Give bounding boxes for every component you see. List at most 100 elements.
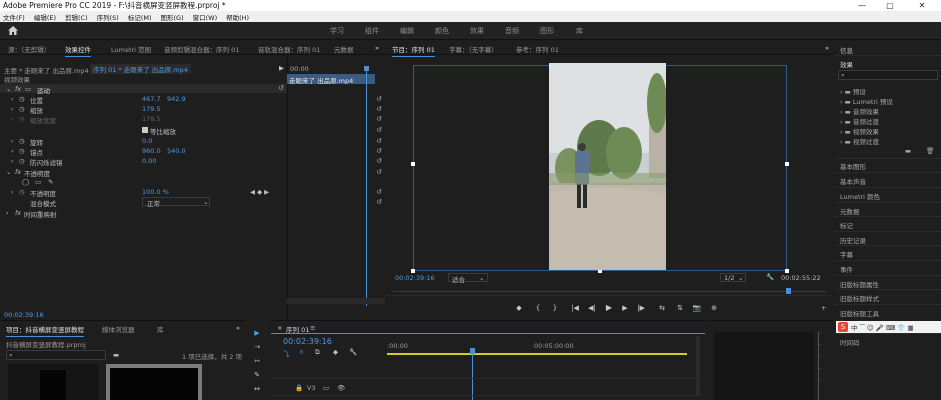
- track-select-tool-icon[interactable]: ⇢: [251, 343, 263, 351]
- stopwatch-rotation-icon[interactable]: ◷: [19, 137, 25, 145]
- panel-essential-graphics[interactable]: 基本图形: [840, 161, 866, 171]
- blend-mode-dropdown[interactable]: 正常 ⌄: [142, 197, 210, 208]
- razor-tool-icon[interactable]: ✎: [251, 371, 263, 379]
- nest-icon[interactable]: ⤵: [283, 348, 290, 358]
- workspace-audio[interactable]: 音频: [505, 26, 519, 36]
- project-search-input[interactable]: ⌕: [6, 350, 106, 360]
- stopwatch-position-icon[interactable]: ◷: [19, 95, 25, 103]
- timeline-scrollbar[interactable]: [696, 336, 700, 396]
- opacity-value[interactable]: 100.0 %: [142, 188, 169, 196]
- folder-audio-effects[interactable]: › ▬ 音频效果: [840, 106, 879, 116]
- clip-thumbnail-1[interactable]: [8, 364, 98, 400]
- keyframe-nav-icon[interactable]: ◀ ◆ ▶: [250, 188, 269, 196]
- clip-bar[interactable]: 走眼来了 出品原.mp4: [287, 74, 375, 85]
- lock-track-icon[interactable]: 🔒: [295, 384, 303, 392]
- settings-wrench-icon[interactable]: 🔧: [766, 273, 774, 281]
- expand-anchor-icon[interactable]: ›: [11, 147, 14, 155]
- sequence-clip-dropdown[interactable]: 序列 01 * 走眼来了 出品原.mp4: [90, 64, 191, 74]
- panel-lumetri-color[interactable]: Lumetri 颜色: [840, 191, 880, 201]
- panel-legacy-title-styles[interactable]: 旧版标题样式: [840, 293, 879, 303]
- expand-scale-icon[interactable]: ›: [11, 105, 14, 113]
- program-scrubber[interactable]: [393, 287, 826, 295]
- add-marker-timeline-icon[interactable]: ◆: [333, 348, 338, 356]
- handle-bottom-left[interactable]: [411, 269, 415, 273]
- menu-window[interactable]: 窗口(W): [193, 12, 218, 22]
- selection-tool-icon[interactable]: ▶: [251, 329, 263, 337]
- resolution-dropdown[interactable]: 1/2 ⌄: [720, 273, 746, 282]
- reset-blend-icon[interactable]: ↺: [376, 198, 382, 206]
- fit-dropdown[interactable]: 适合 ⌄: [448, 273, 488, 284]
- folder-audio-transitions[interactable]: › ▬ 音频过渡: [840, 116, 879, 126]
- reset-opacity-icon[interactable]: ↺: [376, 188, 382, 196]
- maximize-button[interactable]: ▢: [876, 0, 904, 11]
- panel-legacy-title-tools[interactable]: 旧版标题工具: [840, 308, 879, 318]
- tab-project[interactable]: 项目：抖音横屏变竖屏教程: [6, 324, 84, 337]
- timeline-close-icon[interactable]: ×: [277, 324, 282, 332]
- expand-time-remap-icon[interactable]: ›: [6, 209, 9, 217]
- work-area-bar[interactable]: [387, 353, 687, 355]
- linked-selection-icon[interactable]: ⧉: [315, 348, 320, 357]
- mark-in-icon[interactable]: {: [533, 304, 543, 312]
- new-bin-from-search-icon[interactable]: ▬: [113, 351, 119, 359]
- export-frame-icon[interactable]: 📷: [691, 304, 703, 312]
- pen-mask-icon[interactable]: ✎: [48, 178, 53, 186]
- tab-audio-clip-mixer[interactable]: 音频剪辑混合器：序列 01: [164, 44, 239, 54]
- ime-toolbar[interactable]: S 中 ⁀ ☺ 🎤 ⌨ 👕 ▦: [836, 321, 941, 333]
- play-only-icon[interactable]: ▶: [279, 64, 284, 72]
- ripple-edit-tool-icon[interactable]: ⇿: [251, 357, 263, 365]
- reset-scale-icon[interactable]: ↺: [376, 105, 382, 113]
- handle-left[interactable]: [411, 162, 415, 166]
- reset-uniform-scale-icon[interactable]: ↺: [376, 126, 382, 134]
- program-playhead[interactable]: [786, 288, 791, 294]
- tab-media-browser[interactable]: 媒体浏览器: [102, 324, 135, 334]
- position-x-value[interactable]: 467.7: [142, 95, 161, 103]
- panel-history[interactable]: 历史记录: [840, 235, 866, 245]
- uniform-scale-checkbox[interactable]: [142, 127, 148, 133]
- workspace-libraries[interactable]: 库: [576, 26, 583, 36]
- rotation-value[interactable]: 0.0: [142, 137, 152, 145]
- tab-metadata[interactable]: 元数据: [334, 44, 354, 54]
- anchor-x-value[interactable]: 960.0: [142, 147, 161, 155]
- stopwatch-anchor-icon[interactable]: ◷: [19, 147, 25, 155]
- reset-scale-width-icon[interactable]: ↺: [376, 115, 382, 123]
- expand-project-tabs-icon[interactable]: »: [236, 324, 240, 332]
- program-timecode[interactable]: 00:02:39:16: [395, 274, 435, 282]
- tab-effect-controls[interactable]: 效果控件: [65, 44, 91, 57]
- mini-scrollbar[interactable]: [287, 298, 385, 304]
- home-icon[interactable]: [8, 26, 18, 35]
- panel-captions[interactable]: 字幕: [840, 249, 853, 259]
- panel-markers[interactable]: 标记: [840, 220, 853, 230]
- menu-help[interactable]: 帮助(H): [226, 12, 249, 22]
- menu-marker[interactable]: 标记(M): [128, 12, 152, 22]
- handle-right[interactable]: [785, 162, 789, 166]
- stopwatch-antiflicker-icon[interactable]: ◷: [19, 157, 25, 165]
- menu-edit[interactable]: 编辑(E): [34, 12, 56, 22]
- expand-opacity-prop-icon[interactable]: ›: [11, 188, 14, 196]
- slip-tool-icon[interactable]: ↔: [251, 385, 263, 393]
- scale-value[interactable]: 179.5: [142, 105, 161, 113]
- add-button-icon[interactable]: +: [821, 304, 826, 312]
- menu-sequence[interactable]: 序列(S): [97, 12, 119, 22]
- step-forward-icon[interactable]: ▶: [619, 304, 631, 312]
- workspace-assembly[interactable]: 组件: [365, 26, 379, 36]
- tab-source[interactable]: 源：（无剪辑）: [8, 44, 50, 54]
- go-to-in-icon[interactable]: |◀: [569, 304, 581, 312]
- ime-icons[interactable]: 中 ⁀ ☺ 🎤 ⌨ 👕 ▦: [851, 322, 914, 332]
- expand-motion-icon[interactable]: ⌄: [6, 85, 11, 93]
- panel-metadata[interactable]: 元数据: [840, 206, 860, 216]
- expand-tabs-icon[interactable]: »: [375, 44, 379, 52]
- comparison-view-icon[interactable]: ⊕: [708, 304, 720, 312]
- snap-icon[interactable]: ∩: [299, 348, 304, 356]
- workspace-editing[interactable]: 编辑: [400, 26, 414, 36]
- reset-rotation-icon[interactable]: ↺: [376, 137, 382, 145]
- folder-lumetri[interactable]: › ▬ Lumetri 预设: [840, 96, 893, 106]
- anchor-y-value[interactable]: 540.0: [167, 147, 186, 155]
- workspace-effects[interactable]: 效果: [470, 26, 484, 36]
- menu-graphics[interactable]: 图形(G): [161, 12, 184, 22]
- workspace-learn[interactable]: 学习: [330, 26, 344, 36]
- extract-icon[interactable]: ⇅: [674, 304, 686, 312]
- ellipse-mask-icon[interactable]: ◯: [22, 178, 29, 186]
- timeline-menu-icon[interactable]: ≡: [310, 324, 315, 332]
- delete-icon[interactable]: 🗑: [926, 147, 934, 155]
- timeline-timecode[interactable]: 00:02:39:16: [283, 337, 332, 346]
